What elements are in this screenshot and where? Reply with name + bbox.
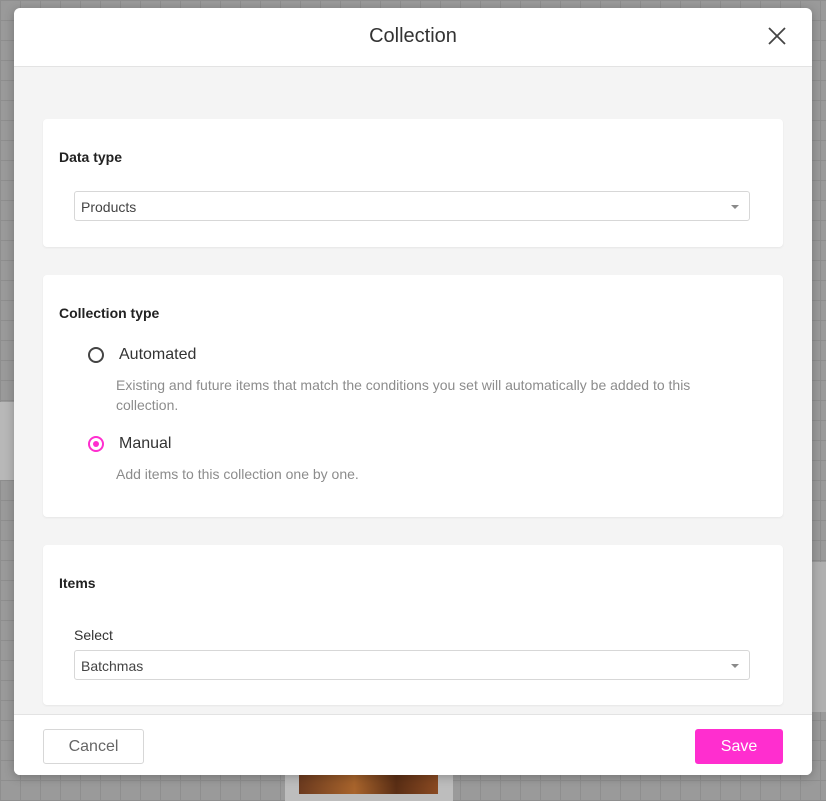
save-button[interactable]: Save: [695, 729, 783, 764]
radio-description: Existing and future items that match the…: [116, 377, 691, 413]
select-value: Batchmas: [81, 658, 144, 674]
background-card: [812, 562, 826, 712]
select-value: Products: [81, 199, 137, 215]
background-thumbnail: [299, 774, 438, 794]
section-title: Items: [59, 575, 96, 591]
select-label: Select: [74, 627, 113, 643]
section-title: Collection type: [59, 305, 160, 321]
dialog-body[interactable]: Data type Products Collection type Autom…: [14, 67, 812, 714]
items-section: Items Select Batchmas: [43, 545, 783, 705]
caret-down-icon: [731, 205, 739, 209]
close-icon: [768, 27, 786, 45]
data-type-select[interactable]: Products: [74, 191, 750, 221]
dialog-header: Collection: [14, 8, 812, 67]
dialog-footer: Cancel Save: [14, 714, 812, 775]
radio-label: Manual: [119, 435, 172, 452]
dialog-title: Collection: [369, 25, 457, 47]
data-type-section: Data type Products: [43, 119, 783, 247]
cancel-button[interactable]: Cancel: [43, 729, 144, 764]
radio-circle-checked[interactable]: [88, 436, 104, 452]
radio-label: Automated: [119, 346, 197, 363]
section-title: Data type: [59, 149, 123, 165]
collection-type-section: Collection type Automated Existing and f…: [43, 275, 783, 517]
items-select[interactable]: Batchmas: [74, 650, 750, 680]
radio-description: Add items to this collection one by one.: [116, 466, 359, 482]
radio-circle[interactable]: [88, 347, 104, 363]
background-card: [0, 402, 14, 480]
caret-down-icon: [731, 664, 739, 668]
collection-dialog: Collection Data type Products Collection…: [14, 8, 812, 775]
close-button[interactable]: [766, 25, 788, 47]
